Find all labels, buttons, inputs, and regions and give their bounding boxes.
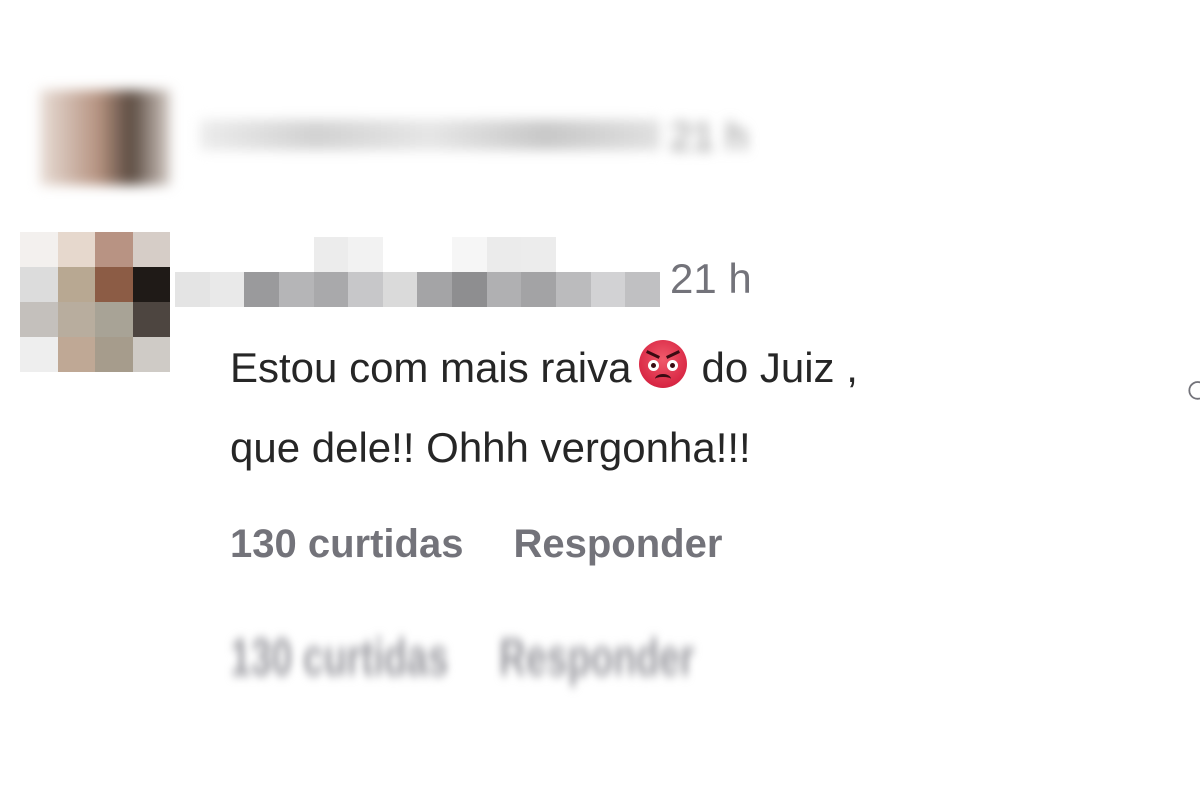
comment-actions-blurred: 130 curtidas Responder <box>230 628 694 688</box>
previous-timestamp: 21 h <box>670 115 748 159</box>
reply-button[interactable]: Responder <box>513 522 722 567</box>
comment-text-part1: Estou com mais raiva <box>230 344 632 391</box>
avatar[interactable] <box>20 232 170 372</box>
comment-timestamp[interactable]: 21 h <box>670 258 752 300</box>
likes-count-button[interactable]: 130 curtidas <box>230 522 463 567</box>
angry-face-emoji-icon <box>639 340 688 388</box>
ghost-likes-label: 130 curtidas <box>230 629 449 687</box>
comment-screenshot: 21 h 21 h Estou com mais raiva do Juiz ,… <box>0 0 1200 800</box>
username-redacted[interactable] <box>175 237 660 307</box>
ghost-reply-label: Responder <box>498 629 695 687</box>
comment-text-line2: que dele!! Ohhh vergonha!!! <box>230 424 751 471</box>
previous-comment-blurred: 21 h <box>0 60 800 185</box>
comment-actions: 130 curtidas Responder <box>230 522 722 567</box>
previous-username-redacted <box>200 120 660 150</box>
more-options-icon[interactable]: ○ <box>1185 368 1200 410</box>
comment-text: Estou com mais raiva do Juiz , que dele!!… <box>230 328 1150 488</box>
previous-avatar <box>40 90 170 185</box>
comment-text-part2: do Juiz , <box>701 344 858 391</box>
